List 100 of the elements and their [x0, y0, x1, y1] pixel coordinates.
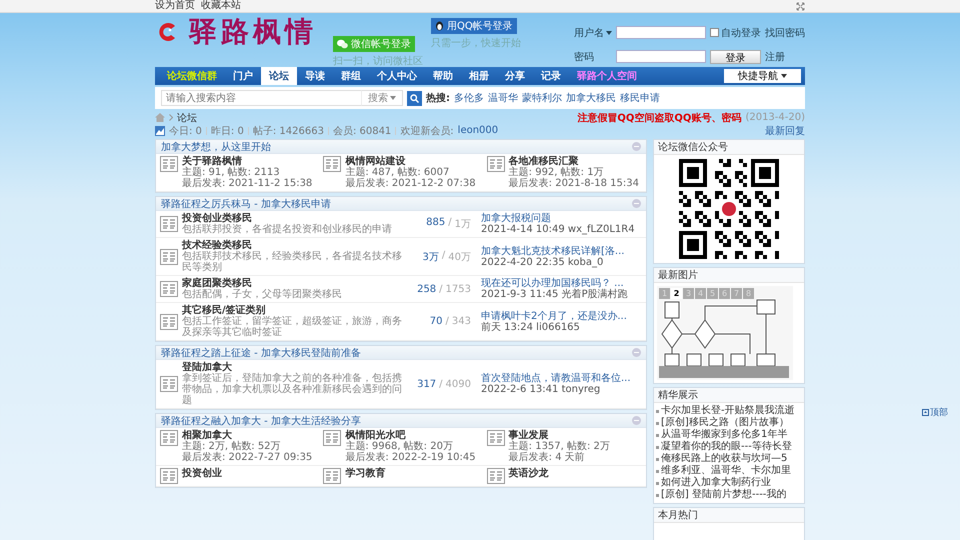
home-icon[interactable]: [155, 113, 165, 122]
forum-icon: [160, 314, 178, 330]
nav-tab[interactable]: 个人中心: [369, 67, 425, 85]
forum-icon: [323, 468, 342, 484]
stat-text: 昨日: 0: [210, 124, 244, 138]
top-link[interactable]: 收藏本站: [201, 0, 241, 12]
featured-link[interactable]: 如何进入加拿大制药行业: [656, 477, 771, 489]
hot-search-link[interactable]: 加拿大移民: [566, 91, 616, 105]
nav-tab[interactable]: 记录: [533, 67, 569, 85]
last-post-link[interactable]: 申请枫叶卡2个月了，还是没办...: [481, 310, 627, 322]
last-post-info: 2021-4-14 10:49 wx_fLZ0L1R4: [481, 224, 635, 235]
forum-name[interactable]: 技术经验类移民: [182, 240, 407, 251]
forum-description: 包括联邦投资，各省提名投资和创业移民的申请: [182, 224, 393, 235]
forum-name[interactable]: 枫情网站建设: [345, 156, 476, 167]
pager-button[interactable]: 2: [671, 288, 682, 299]
forum-icon: [160, 156, 178, 172]
forum-stats: 主题: 91, 帖数: 2113: [182, 167, 281, 178]
featured-link[interactable]: [原创]移民之路（图片故事）: [656, 417, 789, 429]
forum-icon: [160, 468, 178, 484]
username-label[interactable]: 用户名: [574, 26, 612, 40]
nav-tab[interactable]: 论坛: [261, 67, 297, 85]
forum-icon: [486, 156, 505, 172]
forum-name[interactable]: 事业发展: [508, 430, 610, 441]
hot-search-link[interactable]: 温哥华: [488, 91, 518, 105]
collapse-icon[interactable]: [632, 142, 641, 151]
forum-icon: [486, 430, 505, 446]
chart-icon: [155, 126, 165, 136]
nav-tab[interactable]: 相册: [461, 67, 497, 85]
forum-icon: [486, 468, 505, 484]
username-field[interactable]: [616, 26, 706, 39]
search-field[interactable]: 请输入搜索内容: [161, 90, 361, 106]
last-post-info: 2022-4-20 22:35 koba_0: [481, 256, 604, 268]
forum-name[interactable]: 家庭团聚类移民: [182, 278, 407, 289]
latest-replies-link[interactable]: 最新回复: [765, 124, 805, 138]
forum-name[interactable]: 英语沙龙: [508, 468, 549, 479]
back-to-top-link[interactable]: 顶部: [922, 406, 948, 419]
forum-name[interactable]: 登陆加拿大: [182, 362, 407, 373]
login-button[interactable]: 登录: [710, 50, 761, 64]
collapse-icon[interactable]: [632, 348, 641, 357]
forum-description: 包括联邦技术移民，经验类移民，各省提名技术移民等类别: [182, 251, 403, 273]
top-link[interactable]: 设为首页: [155, 0, 195, 12]
chevron-right-icon: [169, 114, 173, 121]
featured-link[interactable]: 凝望着你的我的眼---等待长登: [656, 441, 792, 453]
qq-login-button[interactable]: 用QQ帐号登录: [431, 18, 517, 34]
featured-link[interactable]: 从温哥华搬家到多伦多1年半: [656, 429, 788, 441]
forum-name[interactable]: 投资创业: [182, 468, 222, 479]
featured-link[interactable]: 维多利亚、温哥华、卡尔加里: [656, 465, 791, 477]
nav-tab[interactable]: 帮助: [425, 67, 461, 85]
search-icon: [410, 94, 419, 102]
forum-icon: [160, 248, 178, 264]
search-button[interactable]: [407, 90, 422, 106]
forum-description: 拿到签证后，登陆加拿大之前的各种准备，包括携带物品，加拿大机票以及各种准新移民会遇到的问题: [182, 373, 403, 406]
collapse-icon[interactable]: [632, 416, 641, 425]
hot-search-link[interactable]: 多伦多: [454, 91, 484, 105]
expand-icon[interactable]: [796, 2, 805, 10]
register-link[interactable]: 注册: [765, 50, 805, 64]
password-field[interactable]: [616, 50, 706, 63]
last-post-time: 最后发表: 2021-12-2 07:38: [345, 178, 476, 189]
nav-tab[interactable]: 群组: [333, 67, 369, 85]
forum-description: 包括配偶，子女，父母等团聚类移民: [182, 289, 343, 300]
qq-hint: 只需一步，快速开始: [431, 36, 521, 50]
penguin-icon: [435, 21, 444, 31]
forum-name[interactable]: 各地准移民汇聚: [508, 156, 639, 167]
nav-tab[interactable]: 门户: [225, 67, 261, 85]
last-post-link[interactable]: 首次登陆地点，请教温哥和各位...: [481, 373, 631, 384]
nav-tab[interactable]: 分享: [497, 67, 533, 85]
featured-link[interactable]: 俺移民路上的收获与坎坷—5: [656, 453, 788, 465]
last-post-time: 最后发表: 2021-8-18 15:34: [508, 178, 639, 189]
stat-text: 会员: 60841: [332, 124, 392, 138]
featured-link[interactable]: 卡尔加里长登-开贴祭晨我流逝: [656, 405, 795, 417]
forum-icon: [160, 376, 178, 392]
welcome-text: 欢迎新会员:: [400, 124, 454, 138]
forgot-password-link[interactable]: 找回密码: [765, 26, 805, 40]
last-post-info: 2021-9-3 11:45 光着P股满村跑: [481, 289, 628, 300]
last-post-link[interactable]: 加拿大报税问题: [481, 213, 635, 224]
search-scope-dropdown[interactable]: 搜索: [361, 90, 403, 106]
nav-tab[interactable]: 论坛微信群: [159, 67, 225, 85]
hot-search-link[interactable]: 移民申请: [620, 91, 660, 105]
last-post-link[interactable]: 加拿大魁北克技术移民详解[洛...: [481, 246, 624, 256]
wechat-icon: [337, 39, 348, 49]
forum-name[interactable]: 相聚加拿大: [182, 430, 312, 441]
notice-text[interactable]: 注意假冒QQ空间盗取QQ账号、密码: [577, 110, 742, 124]
forum-name[interactable]: 关于驿路枫情: [182, 156, 312, 167]
forum-counts: 317 / 4090: [416, 378, 471, 390]
collapse-icon[interactable]: [632, 199, 641, 208]
auto-login-checkbox[interactable]: 自动登录: [710, 26, 761, 40]
hot-search-link[interactable]: 蒙特利尔: [522, 91, 562, 105]
new-member-link[interactable]: leon000: [458, 125, 498, 136]
forum-description: 包括工作签证，留学签证，超级签证，旅游，商务及探亲等其它临时签证: [182, 316, 403, 338]
last-post-link[interactable]: 现在还可以办理加国移民吗？ ...: [481, 278, 628, 289]
forum-name[interactable]: 学习教育: [345, 468, 386, 479]
quick-nav-button[interactable]: 快捷导航: [724, 69, 801, 83]
breadcrumb-item[interactable]: 论坛: [177, 110, 197, 124]
nav-tab[interactable]: 导读: [297, 67, 333, 85]
forum-stats: 主题: 1357, 帖数: 2万: [508, 441, 610, 452]
forum-name[interactable]: 枫情阳光水吧: [345, 430, 476, 441]
featured-link[interactable]: [原创] 登陆前片梦想----我的: [656, 489, 786, 501]
last-post-info: 2022-2-6 13:41 tonyreg: [481, 384, 602, 395]
forum-name[interactable]: 其它移民/签证类别: [182, 305, 407, 316]
forum-name[interactable]: 投资创业类移民: [182, 213, 407, 224]
